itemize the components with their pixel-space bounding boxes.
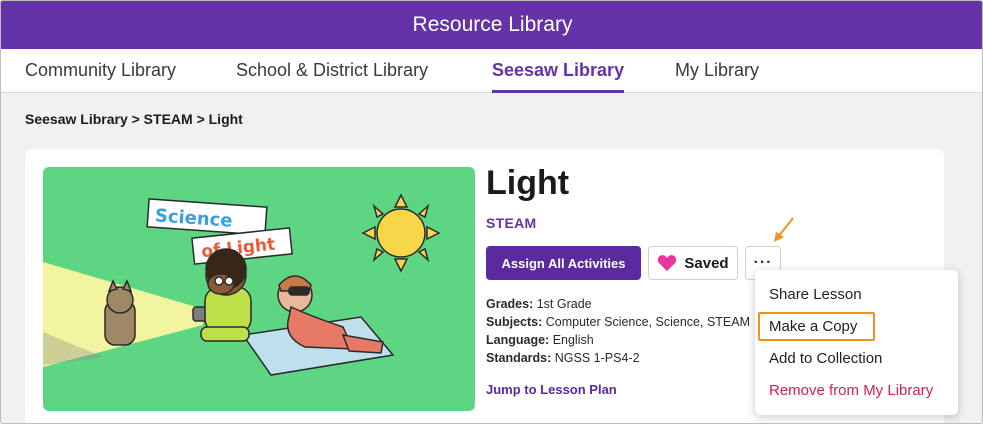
grades-row: Grades: 1st Grade bbox=[486, 295, 750, 313]
lesson-metadata: Grades: 1st Grade Subjects: Computer Sci… bbox=[486, 295, 750, 367]
menu-item-remove-from-my-library[interactable]: Remove from My Library bbox=[769, 382, 933, 399]
menu-item-add-to-collection[interactable]: Add to Collection bbox=[769, 350, 882, 367]
subjects-label: Subjects: bbox=[486, 315, 543, 329]
language-value: English bbox=[552, 333, 594, 347]
subjects-value: Computer Science, Science, STEAM bbox=[545, 315, 750, 329]
standards-label: Standards: bbox=[486, 351, 552, 365]
thumbnail-illustration: Science of Light bbox=[43, 193, 441, 376]
menu-item-share-lesson[interactable]: Share Lesson bbox=[769, 286, 862, 303]
standards-value: NGSS 1-PS4-2 bbox=[554, 351, 640, 365]
tab-seesaw-library[interactable]: Seesaw Library bbox=[492, 49, 625, 93]
annotation-highlight-box bbox=[758, 312, 875, 341]
library-tabs: Community Library School & District Libr… bbox=[1, 49, 982, 93]
more-options-menu: Share Lesson Make a Copy Add to Collecti… bbox=[755, 270, 958, 415]
tab-school-district-library[interactable]: School & District Library bbox=[236, 49, 428, 93]
lesson-category-link[interactable]: STEAM bbox=[486, 215, 537, 231]
lesson-title: Light bbox=[486, 164, 570, 202]
annotation-arrow bbox=[774, 217, 794, 242]
sun-illustration bbox=[361, 193, 441, 273]
lesson-thumbnail: Science of Light bbox=[43, 167, 475, 411]
app-window: Resource Library Community Library Schoo… bbox=[0, 0, 983, 424]
tab-my-library[interactable]: My Library bbox=[675, 49, 759, 93]
cat-illustration bbox=[104, 279, 136, 346]
standards-row: Standards: NGSS 1-PS4-2 bbox=[486, 349, 750, 367]
jump-to-lesson-plan-link[interactable]: Jump to Lesson Plan bbox=[486, 382, 617, 397]
tab-community-library[interactable]: Community Library bbox=[25, 49, 176, 93]
language-label: Language: bbox=[486, 333, 550, 347]
language-row: Language: English bbox=[486, 331, 750, 349]
subjects-row: Subjects: Computer Science, Science, STE… bbox=[486, 313, 750, 331]
assign-all-activities-button[interactable]: Assign All Activities bbox=[486, 246, 641, 280]
saved-label: Saved bbox=[684, 254, 729, 272]
grades-label: Grades: bbox=[486, 297, 534, 311]
saved-button[interactable]: Saved bbox=[648, 246, 738, 280]
page-title: Resource Library bbox=[412, 13, 573, 36]
breadcrumb: Seesaw Library > STEAM > Light bbox=[25, 111, 243, 127]
assign-all-activities-label: Assign All Activities bbox=[501, 255, 626, 271]
grades-value: 1st Grade bbox=[536, 297, 592, 311]
header-bar: Resource Library bbox=[1, 1, 982, 49]
heart-icon bbox=[658, 255, 677, 271]
